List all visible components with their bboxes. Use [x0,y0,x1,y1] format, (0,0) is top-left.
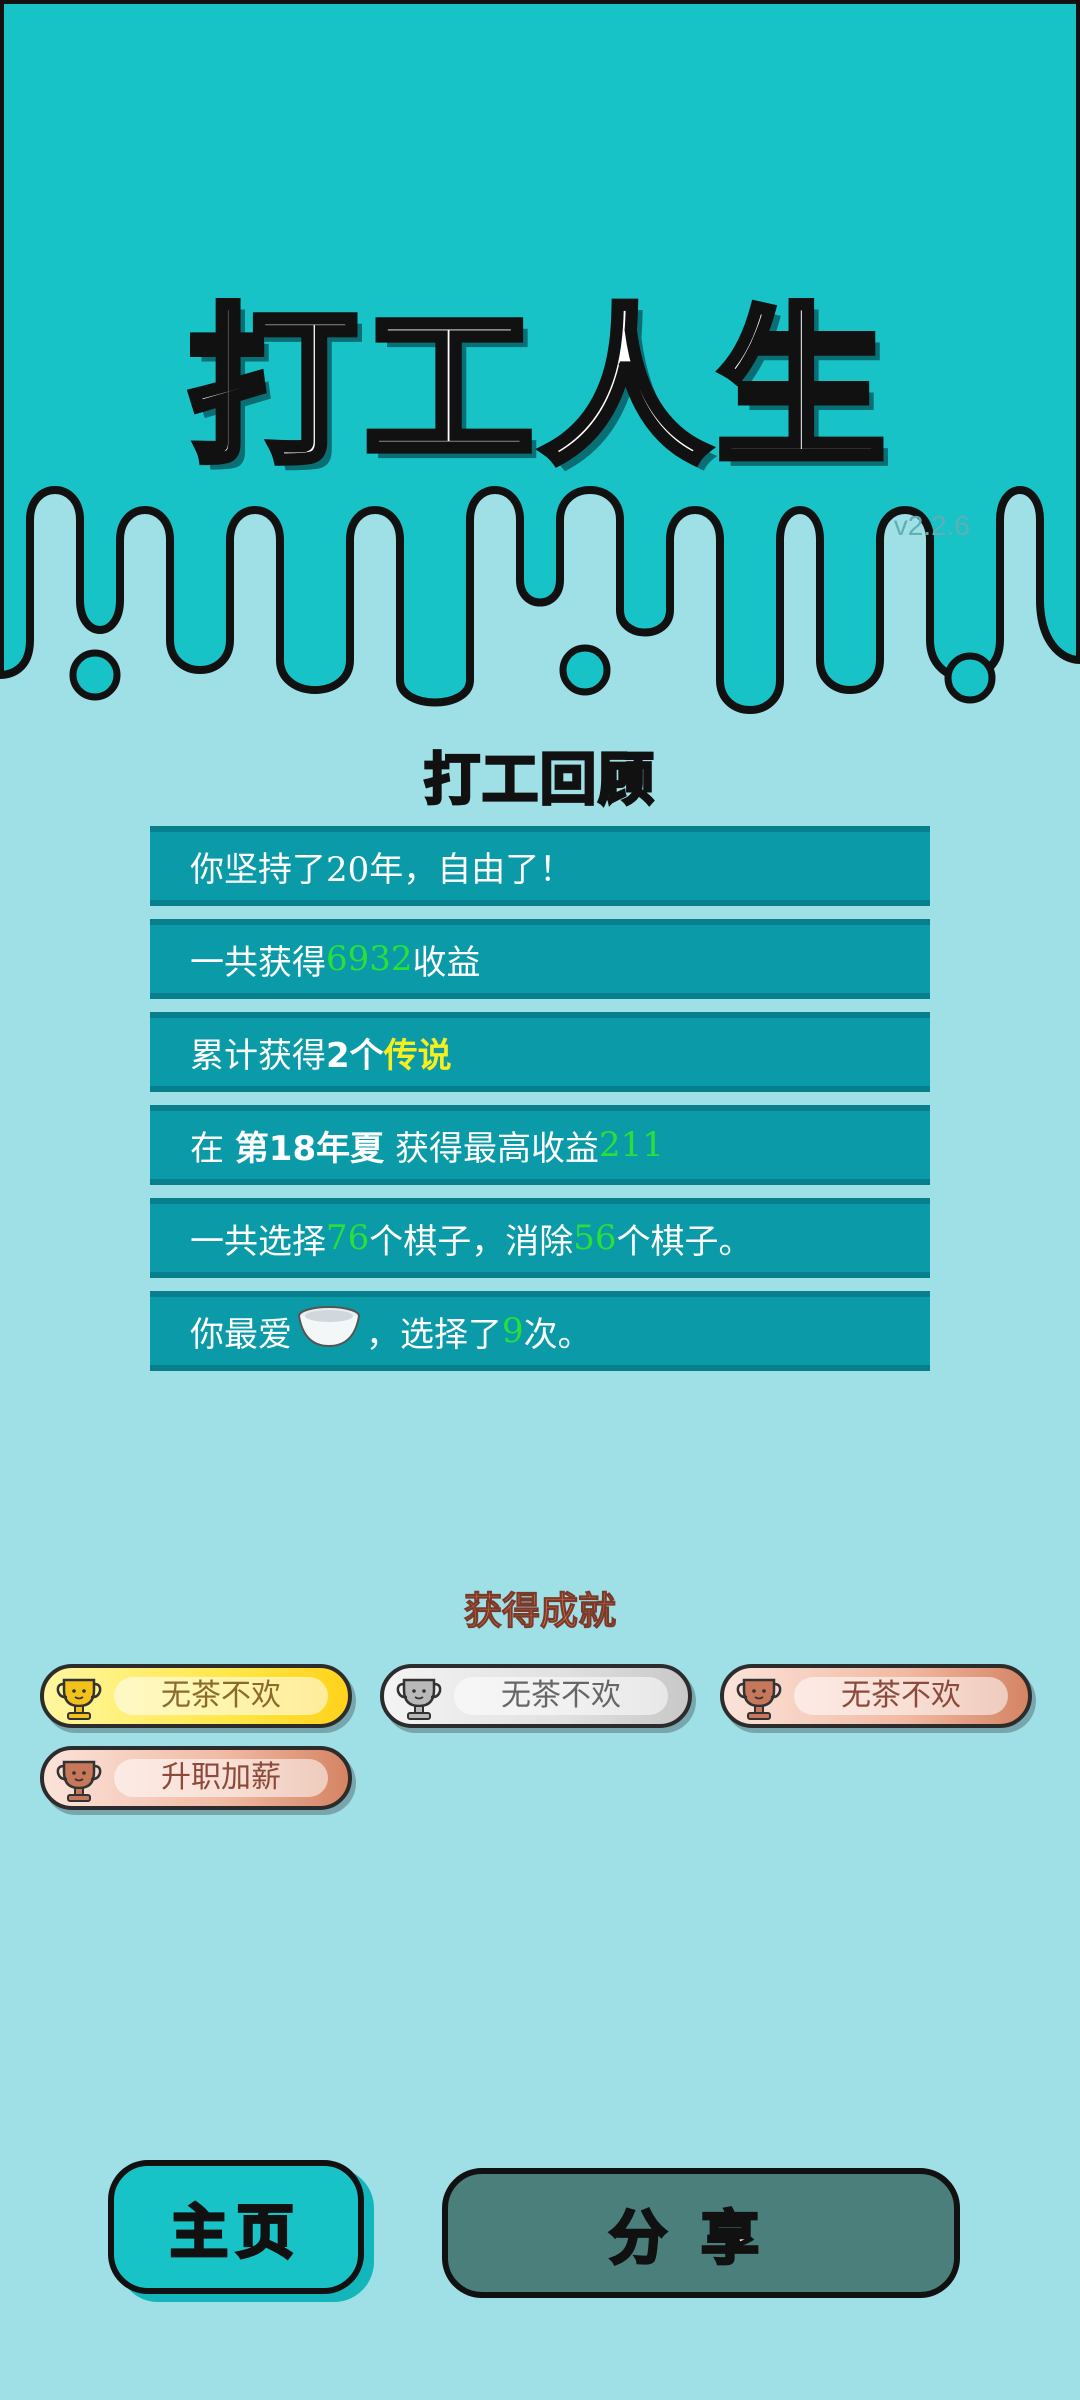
achievement-label: 无茶不欢 [841,1678,961,1713]
review-text: 次。 [523,1314,592,1355]
review-row: 一共获得 6932 收益 [150,919,930,999]
achievement-badge[interactable]: 无茶不欢 [380,1664,692,1728]
trophy-icon [396,1674,442,1726]
trophy-icon [56,1756,102,1808]
review-list: 你坚持了20年，自由了！ 一共获得 6932 收益 累计获得 2个 传说在 第18年夏 获得… [150,826,930,1384]
achievement-label: 升职加薪 [161,1760,281,1795]
review-row: 你最爱 ，选择了 9 次。 [150,1291,930,1371]
review-text: 6932 [326,939,413,979]
review-text: 在 [190,1128,235,1169]
review-row: 你坚持了20年，自由了！ [150,826,930,906]
review-text: 一共获得 [190,942,326,983]
review-text: 9 [502,1311,524,1351]
home-button[interactable]: 主页 [108,2160,364,2294]
trophy-icon [736,1674,782,1726]
review-text: 个棋子。 [616,1221,753,1262]
review-text: 累计获得 [190,1035,326,1076]
version-label: v2.2.6 [893,510,970,541]
share-button[interactable]: 分享 [442,2168,960,2298]
review-row: 累计获得 2个 传说 [150,1012,930,1092]
review-text: 76 [326,1218,370,1258]
review-text: 个棋子，消除 [369,1221,574,1262]
review-title: 打工回顾 [423,747,656,815]
review-text: 第18年夏 [234,1128,385,1169]
game-title: 打工人生 [184,287,892,492]
review-row: 在 第18年夏 获得最高收益 211 [150,1105,930,1185]
review-text: 你坚持了20年，自由了！ [190,849,574,890]
review-text: 2个 [326,1035,384,1076]
review-row: 一共选择 76 个棋子，消除 56 个棋子。 [150,1198,930,1278]
review-text: 你最爱 [190,1314,292,1355]
achievement-badge[interactable]: 无茶不欢 [720,1664,1032,1728]
achievements-title: 获得成就 [463,1589,616,1634]
review-text: 收益 [412,942,481,983]
trophy-icon [56,1674,102,1726]
review-text: 传说 [383,1035,452,1076]
review-text: ，选择了 [366,1314,502,1355]
bowl-icon [296,1304,362,1359]
review-text: 一共选择 [190,1221,326,1262]
review-text: 获得最高收益 [384,1128,599,1169]
achievement-badge[interactable]: 无茶不欢 [40,1664,352,1728]
achievement-badge[interactable]: 升职加薪 [40,1746,352,1810]
review-text: 211 [598,1125,664,1165]
achievement-label: 无茶不欢 [501,1678,621,1713]
achievement-label: 无茶不欢 [161,1678,281,1713]
review-text: 56 [573,1218,617,1258]
